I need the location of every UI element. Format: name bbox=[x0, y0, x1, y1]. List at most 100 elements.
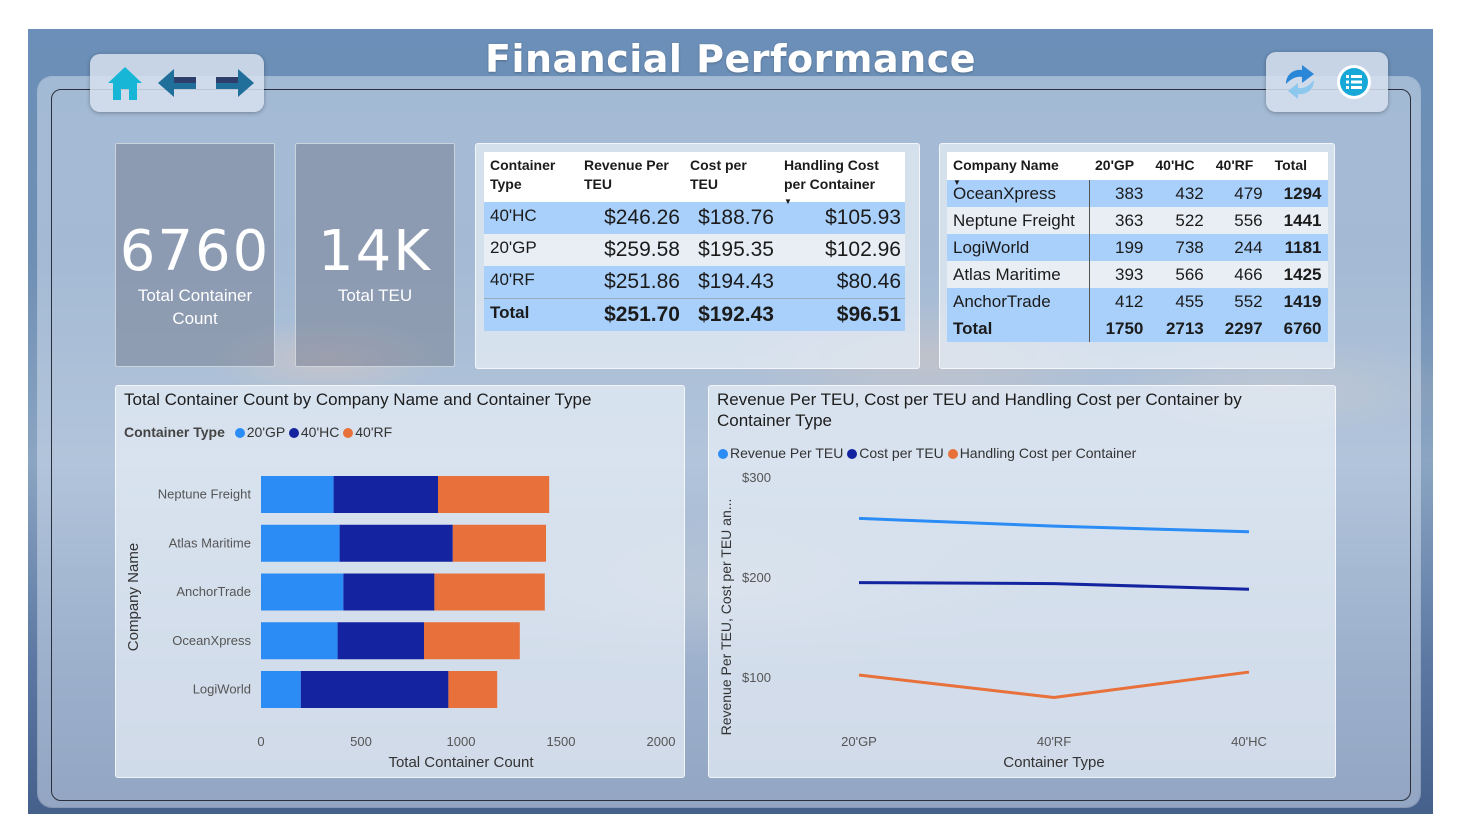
column-header[interactable]: Handling Cost per Container ▼ bbox=[778, 152, 905, 206]
bar-segment[interactable] bbox=[261, 671, 301, 708]
total-value-cell: 6760 bbox=[1283, 318, 1322, 338]
kpi-card-total-teu: 14K Total TEU bbox=[295, 143, 455, 367]
value-cell: 1294 bbox=[1283, 183, 1322, 203]
kpi-label: Total Container Count bbox=[137, 286, 253, 328]
value-cell: 244 bbox=[1234, 237, 1263, 257]
table-row[interactable]: OceanXpress 383 432 479 1294 bbox=[947, 180, 1328, 207]
bar-segment[interactable] bbox=[438, 476, 550, 513]
value-cell: 566 bbox=[1175, 264, 1204, 284]
table-row[interactable]: Atlas Maritime 393 566 466 1425 bbox=[947, 261, 1328, 288]
value-cell: 1425 bbox=[1283, 264, 1322, 284]
table-row[interactable]: 40'RF $251.86 $194.43 $80.46 bbox=[484, 266, 905, 299]
y-tick-label: AnchorTrade bbox=[176, 584, 251, 599]
bar-segment[interactable] bbox=[448, 671, 498, 708]
line-chart: $100 $200 $300 20'GP 40'RF 40'HC Container Typ… bbox=[718, 470, 1267, 771]
column-header[interactable]: Company Name ▼ bbox=[947, 152, 1089, 187]
bar-segment[interactable] bbox=[261, 573, 344, 611]
refresh-icon[interactable] bbox=[1282, 64, 1318, 100]
value-cell: 738 bbox=[1175, 237, 1204, 257]
y-tick-label: OceanXpress bbox=[172, 633, 251, 648]
table-header-row: Container Type Revenue Per TEU Cost per … bbox=[484, 152, 905, 206]
kpi-value: 14K bbox=[318, 219, 432, 284]
x-axis-title: Container Type bbox=[1003, 754, 1104, 771]
value-cell: 455 bbox=[1175, 291, 1204, 311]
table-row[interactable]: AnchorTrade 412 455 552 1419 bbox=[947, 288, 1328, 315]
bar-segment[interactable] bbox=[339, 524, 453, 562]
value-cell: 363 bbox=[1115, 210, 1144, 230]
total-value-cell: $96.51 bbox=[778, 298, 905, 331]
home-icon[interactable] bbox=[105, 64, 145, 102]
x-tick-label: 20'GP bbox=[841, 734, 877, 749]
bar-segment[interactable] bbox=[343, 573, 435, 611]
value-cell: $251.86 bbox=[604, 270, 680, 293]
table-row[interactable]: 40'HC $246.26 $188.76 $105.93 bbox=[484, 202, 905, 234]
bar-segment[interactable] bbox=[261, 524, 340, 562]
table-row[interactable]: 20'GP $259.58 $195.35 $102.96 bbox=[484, 234, 905, 266]
kpi-value: 6760 bbox=[119, 219, 271, 284]
x-tick-label: 0 bbox=[257, 734, 264, 749]
row-label-cell: 40'RF bbox=[490, 270, 535, 289]
column-header[interactable]: 40'HC bbox=[1149, 152, 1210, 180]
header-label: Handling Cost per Container bbox=[784, 157, 879, 192]
company-name-cell: LogiWorld bbox=[947, 234, 1090, 261]
value-cell: 432 bbox=[1175, 183, 1204, 203]
value-cell: 383 bbox=[1115, 183, 1144, 203]
x-axis-title: Total Container Count bbox=[388, 754, 534, 771]
bar-segment[interactable] bbox=[337, 622, 424, 660]
bar-segment[interactable] bbox=[261, 476, 334, 513]
column-header[interactable]: 20'GP bbox=[1089, 152, 1150, 180]
y-tick-label: $300 bbox=[742, 470, 771, 485]
kpi-label: Total TEU bbox=[337, 286, 413, 305]
bar-segment[interactable] bbox=[300, 671, 449, 708]
value-cell: $195.35 bbox=[698, 238, 774, 261]
series-line[interactable] bbox=[858, 581, 1250, 591]
table-total-row: Total $251.70 $192.43 $96.51 bbox=[484, 298, 905, 331]
value-cell: $259.58 bbox=[604, 238, 680, 261]
value-cell: 1441 bbox=[1283, 210, 1322, 230]
y-axis-title: Revenue Per TEU, Cost per TEU an... bbox=[718, 499, 734, 736]
bar-segment[interactable] bbox=[434, 573, 545, 611]
bar-segment[interactable] bbox=[261, 622, 338, 660]
value-cell: $246.26 bbox=[604, 206, 680, 229]
column-header[interactable]: Total bbox=[1268, 152, 1328, 180]
value-cell: 199 bbox=[1115, 237, 1144, 257]
company-name-cell: Atlas Maritime bbox=[947, 261, 1090, 288]
total-value-cell: 2713 bbox=[1165, 318, 1204, 338]
forward-arrow-icon[interactable] bbox=[214, 67, 256, 99]
total-value-cell: $251.70 bbox=[578, 298, 684, 331]
y-tick-label: LogiWorld bbox=[193, 682, 251, 697]
value-cell: $102.96 bbox=[825, 238, 901, 261]
report-canvas: Financial Performance 6760 Total Contain… bbox=[28, 29, 1433, 814]
value-cell: 556 bbox=[1234, 210, 1263, 230]
column-header[interactable]: Cost per TEU bbox=[684, 152, 778, 202]
bar-segment[interactable] bbox=[452, 524, 546, 562]
column-header[interactable]: Revenue Per TEU bbox=[578, 152, 684, 202]
column-header[interactable]: Container Type bbox=[484, 152, 578, 202]
back-arrow-icon[interactable] bbox=[156, 67, 198, 99]
value-cell: 466 bbox=[1234, 264, 1263, 284]
value-cell: $105.93 bbox=[825, 206, 901, 229]
total-value-cell: 2297 bbox=[1224, 318, 1263, 338]
series-line[interactable] bbox=[858, 670, 1250, 700]
cost-table: Container Type Revenue Per TEU Cost per … bbox=[484, 152, 905, 331]
table-row[interactable]: LogiWorld 199 738 244 1181 bbox=[947, 234, 1328, 261]
value-cell: 479 bbox=[1234, 183, 1263, 203]
navigation-bar bbox=[90, 54, 264, 112]
table-row[interactable]: Neptune Freight 363 522 556 1441 bbox=[947, 207, 1328, 234]
column-header[interactable]: 40'RF bbox=[1209, 152, 1269, 180]
x-tick-label: 40'HC bbox=[1231, 734, 1267, 749]
line-chart-panel: Revenue Per TEU, Cost per TEU and Handli… bbox=[708, 385, 1336, 778]
y-axis-title: Company Name bbox=[125, 543, 142, 651]
series-line[interactable] bbox=[858, 516, 1250, 534]
cost-table-panel: Container Type Revenue Per TEU Cost per … bbox=[475, 143, 920, 369]
table-total-row: Total 1750 2713 2297 6760 bbox=[947, 315, 1328, 342]
total-label-cell: Total bbox=[484, 298, 578, 331]
table-header-row: Company Name ▼ 20'GP 40'HC 40'RF Total bbox=[947, 152, 1328, 187]
bar-segment[interactable] bbox=[333, 476, 438, 513]
menu-list-icon[interactable] bbox=[1336, 64, 1372, 100]
utility-bar bbox=[1266, 52, 1388, 112]
sort-descending-icon: ▼ bbox=[953, 178, 961, 187]
value-cell: 412 bbox=[1115, 291, 1144, 311]
sort-descending-icon: ▼ bbox=[784, 197, 792, 206]
bar-segment[interactable] bbox=[424, 622, 520, 660]
